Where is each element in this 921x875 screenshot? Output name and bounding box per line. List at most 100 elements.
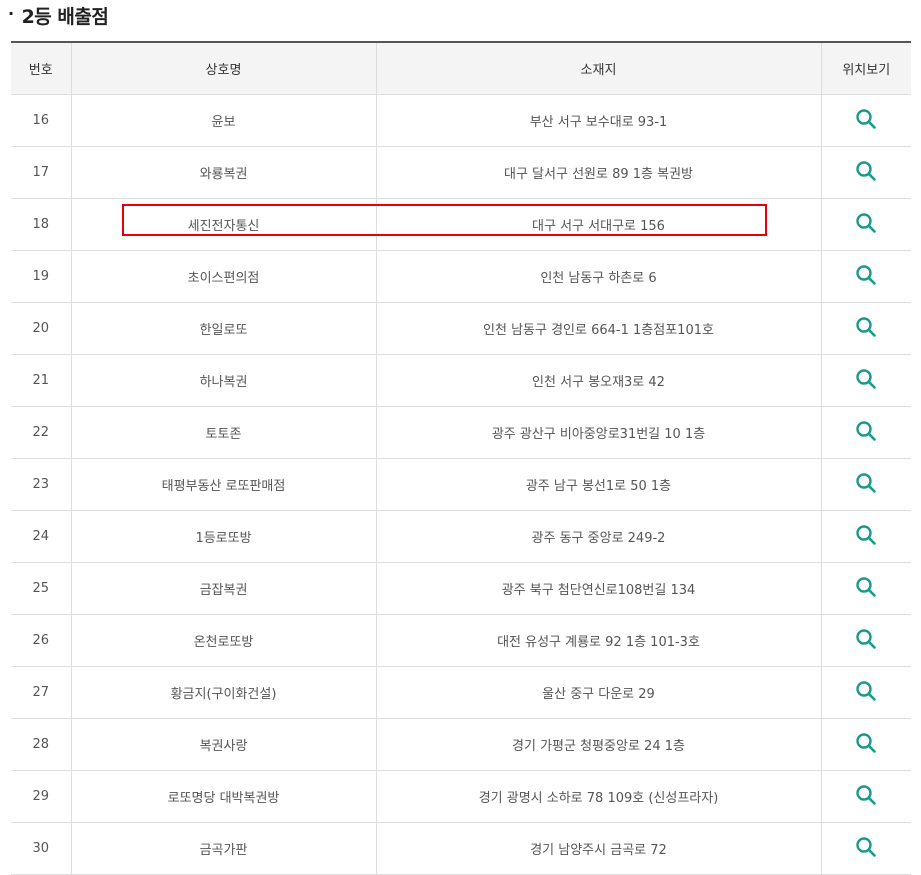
row-number: 27 <box>11 666 71 719</box>
view-location-cell <box>820 94 911 147</box>
row-number: 29 <box>11 770 71 823</box>
store-address: 대구 달서구 선원로 89 1층 복권방 <box>375 146 821 199</box>
store-address: 광주 광산구 비아중앙로31번길 10 1층 <box>375 406 821 459</box>
search-icon[interactable] <box>855 576 877 602</box>
column-header-number: 번호 <box>11 41 71 95</box>
store-name: 황금지(구이화건설) <box>70 666 376 719</box>
search-icon[interactable] <box>855 784 877 810</box>
store-address: 대전 유성구 계룡로 92 1층 101-3호 <box>375 614 821 667</box>
store-name: 윤보 <box>70 94 376 147</box>
column-header-name: 상호명 <box>70 41 376 95</box>
search-icon[interactable] <box>855 420 877 446</box>
row-number: 18 <box>11 198 71 251</box>
row-number: 26 <box>11 614 71 667</box>
row-number: 28 <box>11 718 71 771</box>
search-icon[interactable] <box>855 212 877 238</box>
table-row: 23 태평부동산 로또판매점 광주 남구 봉선1로 50 1층 <box>11 458 911 511</box>
store-name: 온천로또방 <box>70 614 376 667</box>
store-name: 금잡복권 <box>70 562 376 615</box>
table-row: 22 토토존 광주 광산구 비아중앙로31번길 10 1층 <box>11 406 911 459</box>
table-row: 28 복권사랑 경기 가평군 청평중앙로 24 1층 <box>11 718 911 771</box>
view-location-cell <box>820 458 911 511</box>
column-header-map: 위치보기 <box>820 41 911 95</box>
title-bullet: · <box>8 3 14 23</box>
search-icon[interactable] <box>855 836 877 862</box>
table-row: 24 1등로또방 광주 동구 중앙로 249-2 <box>11 510 911 563</box>
search-icon[interactable] <box>855 368 877 394</box>
store-name: 한일로또 <box>70 302 376 355</box>
search-icon[interactable] <box>855 108 877 134</box>
row-number: 16 <box>11 94 71 147</box>
row-number: 19 <box>11 250 71 303</box>
view-location-cell <box>820 822 911 875</box>
store-name: 1등로또방 <box>70 510 376 563</box>
store-name: 와룡복권 <box>70 146 376 199</box>
row-number: 22 <box>11 406 71 459</box>
table-header-row: 번호 상호명 소재지 위치보기 <box>11 41 911 95</box>
view-location-cell <box>820 562 911 615</box>
view-location-cell <box>820 146 911 199</box>
store-address: 경기 남양주시 금곡로 72 <box>375 822 821 875</box>
search-icon[interactable] <box>855 628 877 654</box>
store-address: 부산 서구 보수대로 93-1 <box>375 94 821 147</box>
search-icon[interactable] <box>855 680 877 706</box>
table-row: 21 하나복권 인천 서구 봉오재3로 42 <box>11 354 911 407</box>
store-address: 인천 서구 봉오재3로 42 <box>375 354 821 407</box>
store-address: 광주 동구 중앙로 249-2 <box>375 510 821 563</box>
store-address: 광주 북구 첨단연신로108번길 134 <box>375 562 821 615</box>
store-name: 세진전자통신 <box>70 198 376 251</box>
view-location-cell <box>820 614 911 667</box>
table-row: 30 금곡가판 경기 남양주시 금곡로 72 <box>11 822 911 875</box>
column-header-address: 소재지 <box>375 41 821 95</box>
search-icon[interactable] <box>855 732 877 758</box>
store-address: 대구 서구 서대구로 156 <box>375 198 821 251</box>
view-location-cell <box>820 250 911 303</box>
section-title-text: 2등 배출점 <box>21 5 109 28</box>
row-number: 20 <box>11 302 71 355</box>
section-title: · 2등 배출점 <box>8 0 109 30</box>
retailer-table: 번호 상호명 소재지 위치보기 16 윤보 부산 서구 보수대로 93-1 17 와룡복… <box>11 41 911 875</box>
table-row: 19 초이스편의점 인천 남동구 하촌로 6 <box>11 250 911 303</box>
store-name: 태평부동산 로또판매점 <box>70 458 376 511</box>
view-location-cell <box>820 406 911 459</box>
table-row: 26 온천로또방 대전 유성구 계룡로 92 1층 101-3호 <box>11 614 911 667</box>
row-number: 25 <box>11 562 71 615</box>
search-icon[interactable] <box>855 472 877 498</box>
table-row: 29 로또명당 대박복권방 경기 광명시 소하로 78 109호 (신성프라자) <box>11 770 911 823</box>
table-row: 25 금잡복권 광주 북구 첨단연신로108번길 134 <box>11 562 911 615</box>
store-address: 울산 중구 다운로 29 <box>375 666 821 719</box>
store-address: 경기 광명시 소하로 78 109호 (신성프라자) <box>375 770 821 823</box>
view-location-cell <box>820 302 911 355</box>
view-location-cell <box>820 770 911 823</box>
view-location-cell <box>820 510 911 563</box>
store-name: 복권사랑 <box>70 718 376 771</box>
store-address: 광주 남구 봉선1로 50 1층 <box>375 458 821 511</box>
row-number: 17 <box>11 146 71 199</box>
store-address: 인천 남동구 경인로 664-1 1층점포101호 <box>375 302 821 355</box>
store-name: 토토존 <box>70 406 376 459</box>
search-icon[interactable] <box>855 160 877 186</box>
row-number: 24 <box>11 510 71 563</box>
store-name: 금곡가판 <box>70 822 376 875</box>
search-icon[interactable] <box>855 524 877 550</box>
view-location-cell <box>820 198 911 251</box>
store-address: 경기 가평군 청평중앙로 24 1층 <box>375 718 821 771</box>
row-number: 21 <box>11 354 71 407</box>
table-row: 18 세진전자통신 대구 서구 서대구로 156 <box>11 198 911 251</box>
row-number: 23 <box>11 458 71 511</box>
row-number: 30 <box>11 822 71 875</box>
store-address: 인천 남동구 하촌로 6 <box>375 250 821 303</box>
view-location-cell <box>820 718 911 771</box>
table-row: 16 윤보 부산 서구 보수대로 93-1 <box>11 94 911 147</box>
table-row: 17 와룡복권 대구 달서구 선원로 89 1층 복권방 <box>11 146 911 199</box>
view-location-cell <box>820 666 911 719</box>
table-row: 20 한일로또 인천 남동구 경인로 664-1 1층점포101호 <box>11 302 911 355</box>
view-location-cell <box>820 354 911 407</box>
store-name: 로또명당 대박복권방 <box>70 770 376 823</box>
table-row: 27 황금지(구이화건설) 울산 중구 다운로 29 <box>11 666 911 719</box>
store-name: 초이스편의점 <box>70 250 376 303</box>
table-body: 16 윤보 부산 서구 보수대로 93-1 17 와룡복권 대구 달서구 선원로 89 1… <box>11 94 911 875</box>
search-icon[interactable] <box>855 316 877 342</box>
search-icon[interactable] <box>855 264 877 290</box>
store-name: 하나복권 <box>70 354 376 407</box>
